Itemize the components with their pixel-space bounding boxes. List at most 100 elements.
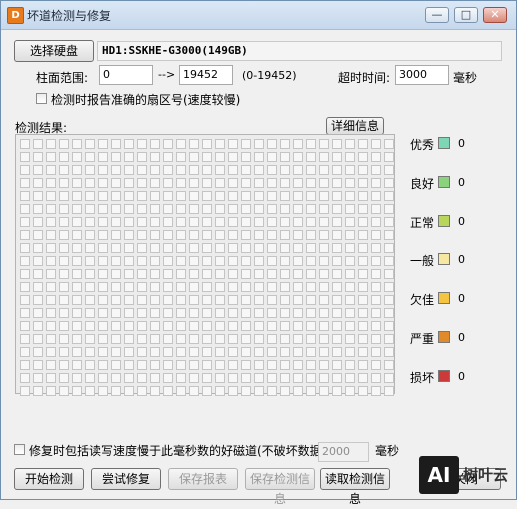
- read-scan-info-button[interactable]: 读取检测信息: [320, 468, 390, 506]
- cylinder-end-input[interactable]: 19452: [179, 65, 233, 85]
- minimize-button[interactable]: —: [425, 7, 449, 23]
- grid-cell: [124, 256, 134, 266]
- grid-cell: [98, 282, 108, 292]
- grid-cell: [150, 191, 160, 201]
- grid-cell: [371, 139, 381, 149]
- grid-cell: [20, 321, 30, 331]
- grid-cell: [163, 386, 173, 396]
- grid-cell: [332, 386, 342, 396]
- grid-cell: [163, 334, 173, 344]
- grid-cell: [293, 152, 303, 162]
- repair-threshold-input[interactable]: 2000: [318, 442, 369, 462]
- select-disk-button[interactable]: 选择硬盘: [14, 40, 94, 62]
- grid-cell: [358, 230, 368, 240]
- grid-cell: [332, 269, 342, 279]
- report-sector-checkbox[interactable]: [36, 93, 47, 104]
- grid-cell: [358, 295, 368, 305]
- grid-cell: [306, 308, 316, 318]
- grid-cell: [228, 243, 238, 253]
- grid-cell: [98, 243, 108, 253]
- grid-cell: [215, 282, 225, 292]
- grid-cell: [228, 269, 238, 279]
- grid-cell: [20, 230, 30, 240]
- grid-cell: [85, 295, 95, 305]
- grid-cell: [46, 230, 56, 240]
- grid-cell: [124, 295, 134, 305]
- grid-cell: [59, 243, 69, 253]
- grid-cell: [163, 282, 173, 292]
- grid-cell: [150, 178, 160, 188]
- grid-cell: [124, 139, 134, 149]
- grid-cell: [46, 191, 56, 201]
- try-repair-button[interactable]: 尝试修复: [91, 468, 161, 490]
- grid-cell: [124, 334, 134, 344]
- grid-cell: [59, 152, 69, 162]
- grid-cell: [150, 165, 160, 175]
- grid-cell: [332, 360, 342, 370]
- grid-cell: [371, 282, 381, 292]
- grid-cell: [215, 386, 225, 396]
- close-window-button[interactable]: ✕: [483, 7, 507, 23]
- grid-cell: [111, 152, 121, 162]
- grid-cell: [111, 386, 121, 396]
- grid-cell: [293, 243, 303, 253]
- grid-cell: [46, 282, 56, 292]
- grid-cell: [319, 360, 329, 370]
- grid-cell: [150, 360, 160, 370]
- grid-cell: [46, 386, 56, 396]
- grid-cell: [124, 165, 134, 175]
- grid-cell: [371, 321, 381, 331]
- timeout-input[interactable]: 3000: [395, 65, 449, 85]
- grid-cell: [215, 178, 225, 188]
- grid-cell: [176, 191, 186, 201]
- save-report-button[interactable]: 保存报表: [168, 468, 238, 490]
- grid-cell: [306, 217, 316, 227]
- details-button[interactable]: 详细信息: [326, 117, 384, 135]
- grid-cell: [163, 347, 173, 357]
- range-arrow: -->: [158, 68, 176, 81]
- grid-cell: [371, 152, 381, 162]
- grid-cell: [254, 243, 264, 253]
- grid-cell: [345, 152, 355, 162]
- grid-cell: [384, 269, 394, 279]
- grid-cell: [254, 191, 264, 201]
- grid-cell: [176, 321, 186, 331]
- grid-cell: [85, 217, 95, 227]
- grid-cell: [202, 217, 212, 227]
- grid-cell: [280, 217, 290, 227]
- grid-cell: [319, 165, 329, 175]
- grid-cell: [189, 321, 199, 331]
- grid-cell: [202, 165, 212, 175]
- grid-cell: [358, 204, 368, 214]
- grid-cell: [72, 191, 82, 201]
- grid-cell: [33, 152, 43, 162]
- grid-cell: [241, 373, 251, 383]
- grid-cell: [46, 321, 56, 331]
- grid-cell: [319, 373, 329, 383]
- repair-option-checkbox[interactable]: [14, 444, 25, 455]
- grid-cell: [384, 386, 394, 396]
- grid-cell: [163, 204, 173, 214]
- grid-cell: [111, 269, 121, 279]
- grid-cell: [85, 191, 95, 201]
- grid-cell: [306, 139, 316, 149]
- grid-cell: [46, 204, 56, 214]
- grid-cell: [280, 230, 290, 240]
- maximize-button[interactable]: □: [454, 7, 478, 23]
- grid-cell: [280, 360, 290, 370]
- grid-cell: [163, 217, 173, 227]
- grid-cell: [124, 230, 134, 240]
- grid-cell: [189, 230, 199, 240]
- cylinder-start-input[interactable]: 0: [99, 65, 153, 85]
- grid-cell: [371, 256, 381, 266]
- grid-cell: [202, 347, 212, 357]
- cylinder-range-hint: (0-19452): [242, 69, 297, 82]
- grid-cell: [20, 308, 30, 318]
- grid-cell: [150, 347, 160, 357]
- start-scan-button[interactable]: 开始检测: [14, 468, 84, 490]
- save-scan-info-button[interactable]: 保存检测信息: [245, 468, 315, 506]
- grid-cell: [241, 295, 251, 305]
- grid-cell: [189, 243, 199, 253]
- grid-cell: [384, 165, 394, 175]
- grid-cell: [85, 308, 95, 318]
